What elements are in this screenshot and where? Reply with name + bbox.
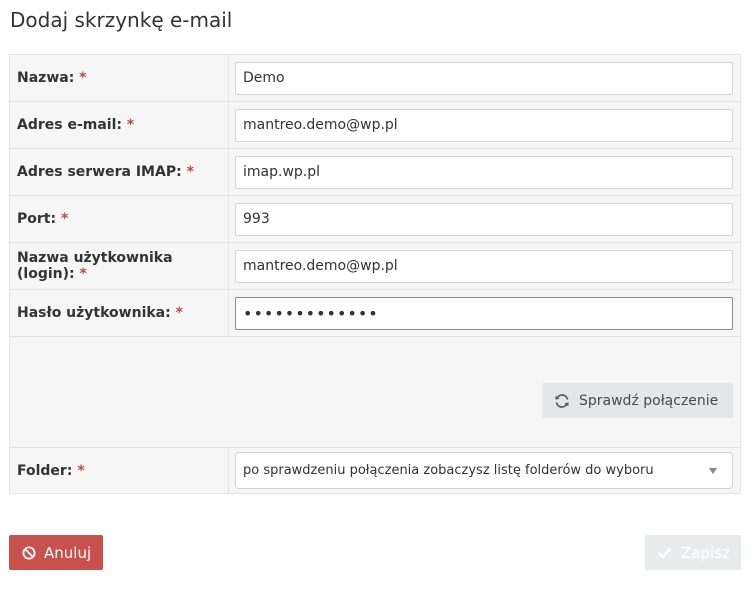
cancel-button[interactable]: Anuluj (9, 535, 103, 570)
field-label: Port: * (9, 195, 229, 243)
check-connection-button[interactable]: Sprawdź połączenie (542, 383, 733, 418)
field-cell (228, 54, 741, 102)
imap-server-label: Adres serwera IMAP: (17, 164, 182, 180)
password-label: Hasło użytkownika: (17, 305, 171, 321)
field-label: Adres e-mail: * (9, 101, 229, 149)
refresh-icon (555, 393, 569, 408)
email-input[interactable] (235, 108, 733, 142)
check-icon (658, 547, 671, 559)
form-row-imap-server: Adres serwera IMAP: * (9, 148, 741, 196)
check-connection-label: Sprawdź połączenie (579, 392, 719, 409)
required-marker: * (186, 164, 194, 180)
form-row-name: Nazwa: * (9, 54, 741, 102)
name-label: Nazwa: (17, 70, 75, 86)
form-row-folder: Folder: * po sprawdzeniu połączenia zoba… (9, 447, 741, 494)
form-row-password: Hasło użytkownika: * (9, 289, 741, 337)
field-label: Nazwa: * (9, 54, 229, 102)
cancel-label: Anuluj (44, 543, 92, 562)
field-cell (228, 242, 741, 290)
mailbox-form: Nazwa: * Adres e-mail: * Adres serwera I… (9, 54, 741, 494)
field-cell: po sprawdzeniu połączenia zobaczysz list… (228, 447, 741, 494)
folder-select[interactable]: po sprawdzeniu połączenia zobaczysz list… (235, 452, 733, 489)
port-input[interactable] (235, 202, 733, 236)
caret-down-icon (709, 468, 717, 474)
required-marker: * (79, 70, 87, 86)
field-label: Folder: * (9, 447, 229, 494)
field-cell (228, 101, 741, 149)
field-label: Nazwa użytkownika (login): * (9, 242, 229, 290)
imap-server-input[interactable] (235, 155, 733, 189)
required-marker: * (77, 462, 85, 479)
required-marker: * (60, 211, 69, 227)
folder-select-value: po sprawdzeniu połączenia zobaczysz list… (243, 463, 654, 478)
save-button[interactable]: Zapisz (645, 535, 741, 570)
name-input[interactable] (235, 61, 733, 95)
email-label: Adres e-mail: (17, 117, 122, 133)
form-row-email: Adres e-mail: * (9, 101, 741, 149)
form-row-username: Nazwa użytkownika (login): * (9, 242, 741, 290)
required-marker: * (126, 117, 135, 133)
port-label: Port: (17, 211, 57, 227)
ban-icon (22, 546, 36, 559)
field-cell (228, 148, 741, 196)
form-row-port: Port: * (9, 195, 741, 243)
folder-label: Folder: (17, 462, 73, 479)
password-input[interactable] (235, 296, 733, 330)
required-marker: * (79, 266, 87, 282)
field-label: Adres serwera IMAP: * (9, 148, 229, 196)
username-input[interactable] (235, 249, 733, 283)
field-cell (228, 289, 741, 337)
required-marker: * (175, 305, 183, 321)
username-label: Nazwa użytkownika (login): (17, 250, 173, 282)
save-label: Zapisz (681, 543, 730, 562)
field-label: Hasło użytkownika: * (9, 289, 229, 337)
field-cell (228, 195, 741, 243)
page-title: Dodaj skrzynkę e-mail (10, 8, 233, 32)
